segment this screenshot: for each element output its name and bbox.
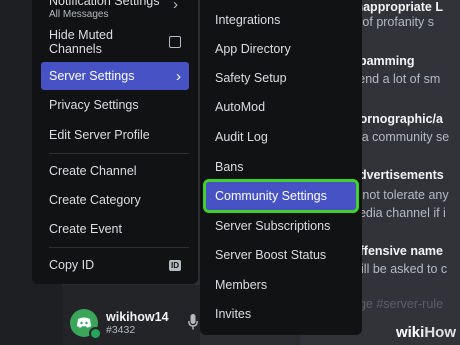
privacy-settings-label: Privacy Settings [49, 98, 139, 112]
chat-rule-heading: offensive name [352, 244, 444, 258]
submenu-item-server-boost-status[interactable]: Server Boost Status [206, 241, 356, 269]
chevron-right-icon: › [176, 67, 181, 85]
hide-muted-checkbox[interactable] [169, 36, 181, 48]
edit-server-profile-label: Edit Server Profile [49, 128, 150, 142]
hide-muted-channels-label: Hide Muted Channels [49, 28, 113, 56]
microphone-icon[interactable] [188, 314, 198, 330]
online-status-dot [89, 327, 102, 340]
create-channel-label: Create Channel [49, 164, 137, 178]
chat-rule-heading: spamming [352, 54, 415, 68]
chat-rule-text: will be asked to c [352, 262, 448, 276]
copy-id-item[interactable]: Copy ID ID [41, 251, 189, 279]
notification-settings-label[interactable]: Notification Settings [49, 0, 159, 8]
create-event-label: Create Event [49, 222, 122, 236]
submenu-item-community-settings[interactable]: Community Settings [203, 179, 359, 213]
submenu-item-safety-setup[interactable]: Safety Setup [206, 64, 356, 92]
submenu-item-app-directory[interactable]: App Directory [206, 35, 356, 63]
chat-rule-text: o not tolerate any [352, 188, 449, 202]
create-category-label: Create Category [49, 193, 141, 207]
create-category-item[interactable]: Create Category [41, 186, 189, 214]
username: wikihow14 [106, 310, 169, 324]
server-context-menu: Notification Settings All Messages › Hid… [32, 0, 198, 284]
chat-rule-heading: pornographic/a [352, 112, 443, 126]
submenu-item-bans[interactable]: Bans [206, 153, 356, 181]
discord-logo-icon [77, 317, 91, 328]
chat-rule-text: nedia channel if i [352, 206, 446, 220]
id-badge-icon: ID [169, 259, 181, 271]
server-settings-submenu: Integrations App Directory Safety Setup … [200, 0, 362, 335]
user-tag: #3432 [106, 324, 136, 336]
submenu-item-automod[interactable]: AutoMod [206, 93, 356, 121]
chat-rule-heading: advertisements [352, 168, 444, 182]
submenu-item-members[interactable]: Members [206, 271, 356, 299]
menu-divider [49, 247, 189, 248]
submenu-item-audit-log[interactable]: Audit Log [206, 123, 356, 151]
create-channel-item[interactable]: Create Channel [41, 157, 189, 185]
watermark-part1: wiki [395, 324, 425, 341]
chat-rule-text: e of profanity s [352, 15, 434, 29]
copy-id-label: Copy ID [49, 258, 95, 272]
submenu-item-server-subscriptions[interactable]: Server Subscriptions [206, 212, 356, 240]
wikihow-watermark: wikiHow [396, 324, 456, 341]
chat-rule-text: s a community se [352, 130, 450, 144]
notification-settings-value: All Messages [49, 9, 109, 20]
chat-rule-heading: Inappropriate L [352, 0, 443, 14]
create-event-item[interactable]: Create Event [41, 215, 189, 243]
chevron-right-icon: › [173, 0, 178, 13]
server-settings-item[interactable]: Server Settings › [41, 62, 189, 90]
hide-muted-channels-item[interactable]: Hide Muted Channels [41, 28, 189, 56]
privacy-settings-item[interactable]: Privacy Settings [41, 91, 189, 119]
server-settings-label: Server Settings [49, 69, 135, 83]
submenu-item-invites[interactable]: Invites [206, 300, 356, 328]
submenu-item-integrations[interactable]: Integrations [206, 6, 356, 34]
menu-divider [49, 153, 189, 154]
chat-rule-text: send a lot of sm [352, 72, 441, 86]
chat-input-placeholder[interactable]: age #server-rule [352, 297, 460, 311]
edit-server-profile-item[interactable]: Edit Server Profile [41, 121, 189, 149]
watermark-part2: How [424, 324, 456, 341]
